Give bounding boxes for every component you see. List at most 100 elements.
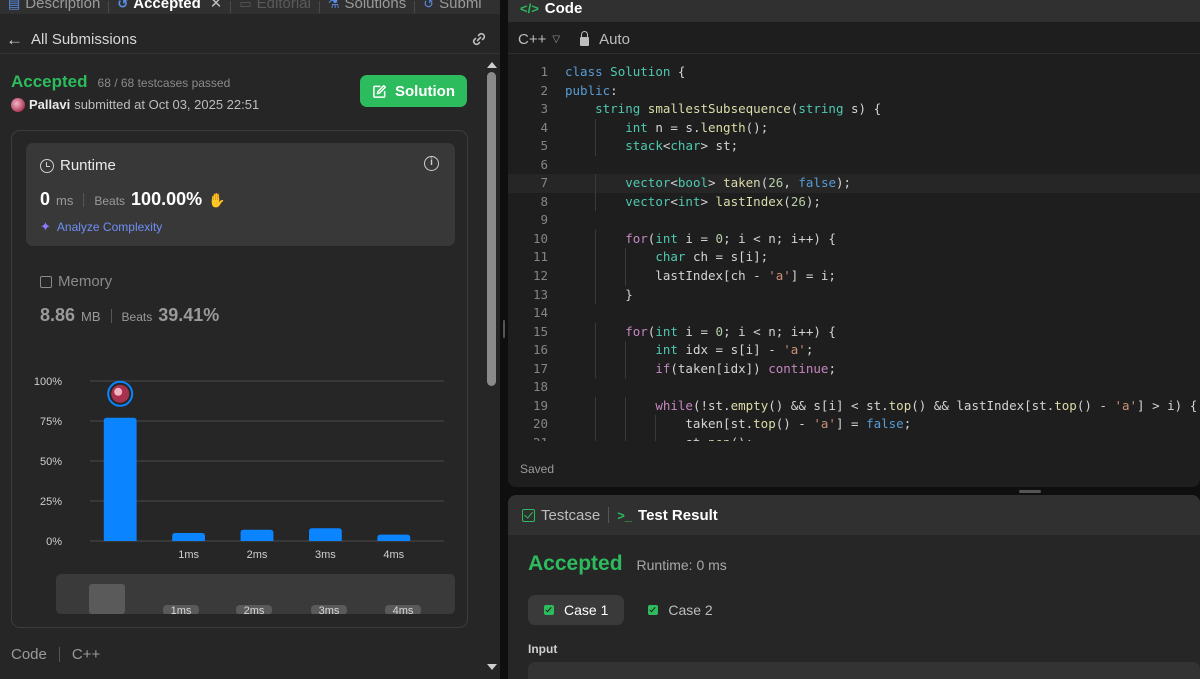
sparkle-icon: ✦ [40,219,51,234]
scrollbar[interactable] [484,56,498,676]
input-value-box[interactable] [528,662,1200,679]
test-result-panel: Testcase >_ Test Result Accepted Runtime… [508,495,1200,679]
distribution-overview-chart[interactable]: 1ms 2ms 3ms 4ms [56,574,455,614]
avatar-marker-face [114,387,123,396]
line-number: 2 [540,82,548,98]
y-tick-label: 25% [40,496,62,508]
status-accepted: Accepted [11,72,88,91]
tab-test-result[interactable]: >_ Test Result [617,507,718,524]
resize-handle[interactable] [1019,490,1041,493]
code-line[interactable]: 10 for(int i = 0; i < n; i++) { [508,229,1200,249]
language-select[interactable]: C++ [518,31,546,48]
code-line[interactable]: 5 stack<char> st; [508,137,1200,156]
code-text: string smallestSubsequence(string s) { [595,101,882,117]
info-icon[interactable]: i [424,156,439,171]
runtime-box[interactable]: Runtime i 0 ms Beats 100.00% ✋ ✦ Analyze… [26,143,455,246]
tab-label: Description [25,0,101,12]
solution-button[interactable]: Solution [360,75,467,107]
memory-label: Memory [58,273,113,290]
code-line[interactable]: 6 [508,156,1200,175]
scrollbar-thumb[interactable] [487,72,496,386]
code-text: lastIndex[ch - 'a'] = i; [565,268,836,284]
code-line[interactable]: 8 vector<int> lastIndex(26); [508,192,1200,212]
pane-resizer[interactable] [500,0,508,679]
avatar[interactable] [11,97,25,112]
code-text: char ch = s[i]; [655,249,769,265]
line-number: 9 [540,212,548,228]
line-number: 6 [540,156,548,172]
link-icon[interactable] [470,30,488,48]
code-text: class Solution { [565,64,686,79]
code-label: Code [11,646,47,663]
runtime-distribution-chart[interactable]: 100% 75% 50% 25% 0% 1ms 2ms 3ms 4ms [12,359,467,569]
y-tick-label: 75% [40,416,62,428]
memory-beats: 39.41% [158,305,220,325]
code-language: C++ [71,646,101,663]
scroll-up-icon[interactable] [487,62,497,68]
divider [110,308,112,323]
code-line[interactable]: 9 [508,211,1200,230]
line-number: 7 [540,175,548,191]
code-text: for(int i = 0; i < n; i++) { [625,323,836,339]
tab-description[interactable]: ▤ Description [0,0,108,11]
code-line[interactable]: 1 class Solution { [508,63,1200,82]
y-tick-label: 100% [34,376,62,388]
auto-mode[interactable]: Auto [599,31,630,48]
submitted-time: submitted at Oct 03, 2025 22:51 [74,97,260,112]
code-line[interactable]: 11 char ch = s[i]; [508,248,1200,268]
memory-title[interactable]: Memory [40,273,112,290]
case-1-button[interactable]: Case 1 [528,595,625,625]
back-arrow-icon[interactable]: ← [6,30,23,50]
x-tick-label: 4ms [383,549,404,561]
input-label: Input [528,642,558,656]
code-text: vector<bool> taken(26, false); [625,175,852,191]
terminal-icon: >_ [617,507,633,523]
line-number: 13 [532,286,548,302]
line-number: 11 [532,249,548,265]
tab-submissions[interactable]: ↺ Submi [415,0,489,11]
line-number: 14 [532,305,548,321]
history-icon: ↺ [117,0,129,11]
code-text: if(taken[idx]) continue; [655,360,836,376]
all-submissions-link[interactable]: All Submissions [31,31,137,48]
code-line[interactable]: 17 if(taken[idx]) continue; [508,359,1200,379]
code-text: st.pop(); [565,434,753,441]
line-number: 3 [540,101,548,117]
chevron-down-icon[interactable]: ▽ [552,34,560,45]
code-line[interactable]: 3 string smallestSubsequence(string s) { [508,100,1200,119]
code-line[interactable]: 7 vector<bool> taken(26, false); [508,174,1200,193]
runtime-unit: ms [56,193,74,208]
case-2-button[interactable]: Case 2 [632,595,728,625]
code-tab-label[interactable]: Code [545,0,583,17]
runtime-beats: 100.00% [131,189,203,209]
tab-label: Submi [439,0,482,12]
code-line[interactable]: 19 while(!st.empty() && s[i] < st.top() … [508,396,1200,416]
code-line[interactable]: 12 lastIndex[ch - 'a'] = i; [508,267,1200,286]
code-line[interactable]: 20 taken[st.top() - 'a'] = false; [508,415,1200,434]
code-line[interactable]: 18 [508,378,1200,397]
beats-label: Beats [94,194,126,208]
memory-unit: MB [81,309,101,324]
tab-testcase[interactable]: Testcase [522,507,600,524]
resize-handle[interactable] [503,320,505,338]
checkbox-icon [522,508,535,522]
code-line[interactable]: 2 public: [508,82,1200,101]
code-line[interactable]: 21 st.pop(); [508,433,1200,441]
code-line[interactable]: 4 int n = s.length(); [508,118,1200,138]
code-line[interactable]: 13 } [508,285,1200,305]
code-line[interactable]: 16 int idx = s[i] - 'a'; [508,341,1200,360]
tab-editorial[interactable]: ▭ Editorial [231,0,319,11]
scroll-down-icon[interactable] [487,664,497,670]
tab-solutions[interactable]: ⚗ Solutions [320,0,414,11]
code-line[interactable]: 15 for(int i = 0; i < n; i++) { [508,322,1200,342]
submitter-name[interactable]: Pallavi [29,97,70,112]
analyze-complexity-link[interactable]: ✦ Analyze Complexity [40,219,162,235]
chart-bar [308,528,342,541]
code-editor[interactable]: 1 class Solution {2 public: 3 string smalle… [508,63,1200,441]
close-icon[interactable]: ✕ [210,0,223,11]
y-tick-label: 0% [46,536,62,548]
code-line[interactable]: 14 [508,304,1200,323]
tab-accepted[interactable]: ↺ Accepted ✕ [109,0,230,11]
case-label: Case 2 [668,602,713,618]
memory-values: 8.86 MB Beats 39.41% [40,305,219,326]
